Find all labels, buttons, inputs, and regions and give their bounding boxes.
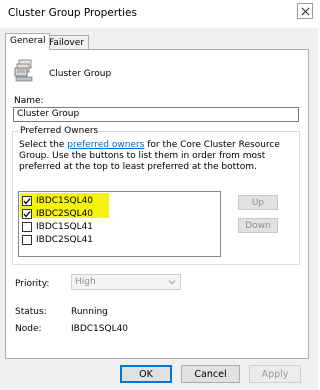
checkmark-icon: [23, 210, 31, 218]
move-up-button[interactable]: Up: [238, 195, 278, 210]
owner-item[interactable]: IBDC2SQL41: [22, 233, 93, 246]
window-title: Cluster Group Properties: [8, 7, 137, 19]
name-label: Name:: [14, 96, 44, 106]
owner-label: IBDC2SQL40: [36, 208, 94, 219]
move-down-button[interactable]: Down: [238, 218, 278, 233]
priority-label: Priority:: [15, 279, 50, 289]
owner-checkbox[interactable]: [22, 195, 32, 206]
preferred-owners-description: Select the preferred owners for the Core…: [19, 140, 297, 173]
owner-checkbox[interactable]: [22, 208, 32, 219]
owner-item[interactable]: IBDC1SQL41: [22, 220, 93, 233]
preferred-owners-link[interactable]: preferred owners: [67, 140, 144, 150]
checkmark-icon: [23, 197, 31, 205]
owner-label: IBDC2SQL41: [36, 234, 94, 245]
priority-select[interactable]: High: [71, 274, 181, 290]
owner-checkbox[interactable]: [22, 221, 32, 232]
owner-item[interactable]: IBDC2SQL40: [22, 207, 93, 220]
apply-button[interactable]: Apply: [249, 365, 301, 383]
priority-value: High: [75, 277, 96, 287]
owner-label: IBDC1SQL41: [36, 221, 94, 232]
description-text-start: Select the: [19, 140, 68, 150]
node-label: Node:: [15, 324, 42, 334]
status-label: Status:: [15, 307, 47, 317]
close-button[interactable]: [297, 3, 313, 19]
group-name-heading: Cluster Group: [49, 69, 112, 79]
owners-list[interactable]: IBDC1SQL40 IBDC2SQL40 IBDC1SQL41 IBDC2SQ…: [18, 191, 221, 257]
tab-failover[interactable]: Failover: [44, 35, 89, 50]
close-icon: [301, 7, 309, 15]
node-value: IBDC1SQL40: [71, 324, 129, 334]
preferred-owners-legend: Preferred Owners: [18, 126, 101, 136]
cancel-button[interactable]: Cancel: [181, 365, 240, 383]
cluster-resource-icon: [14, 59, 33, 82]
owner-checkbox[interactable]: [22, 234, 32, 245]
owner-item[interactable]: IBDC1SQL40: [22, 194, 93, 207]
ok-button[interactable]: OK: [120, 365, 172, 383]
tab-general[interactable]: General: [5, 33, 51, 50]
status-value: Running: [71, 307, 108, 317]
name-input[interactable]: Cluster Group: [13, 107, 299, 122]
chevron-down-icon: [168, 280, 176, 285]
owner-label: IBDC1SQL40: [36, 195, 94, 206]
